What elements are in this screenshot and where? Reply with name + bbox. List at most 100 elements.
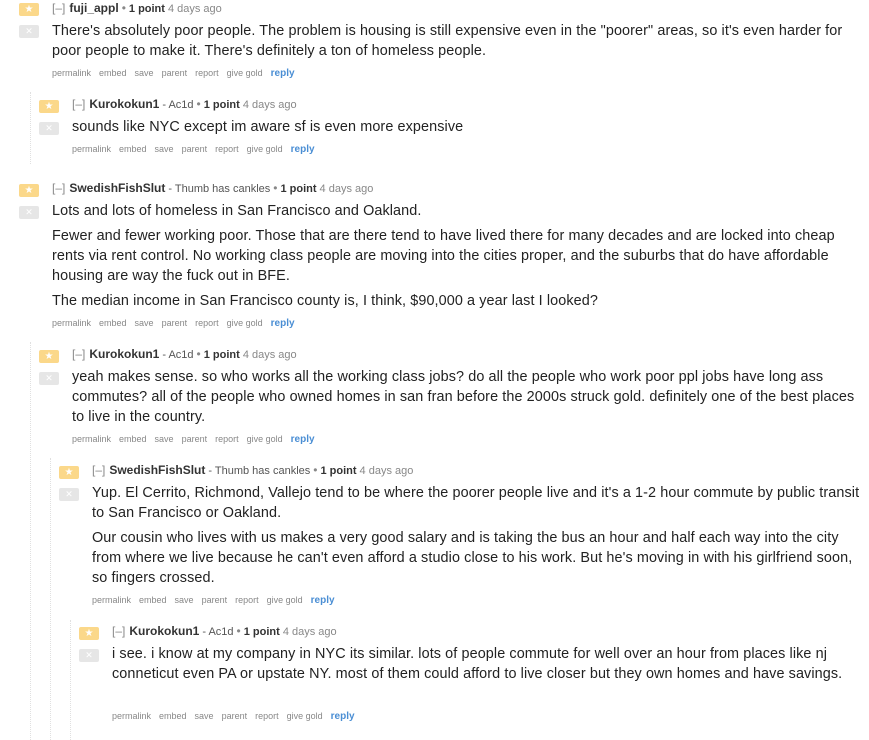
save-button[interactable]: save <box>195 711 214 721</box>
user-flair: - Ac1d <box>162 99 194 111</box>
thread-line <box>50 458 51 740</box>
report-button[interactable]: report <box>235 595 259 605</box>
embed-button[interactable]: embed <box>159 711 187 721</box>
vote-arrows: ★ ✕ <box>39 100 59 135</box>
reply-button[interactable]: reply <box>311 595 335 606</box>
x-icon[interactable]: ✕ <box>19 25 39 38</box>
permalink-button[interactable]: permalink <box>72 434 111 444</box>
author-link[interactable]: SwedishFishSlut <box>69 181 165 195</box>
embed-button[interactable]: embed <box>119 144 147 154</box>
parent-button[interactable]: parent <box>202 595 228 605</box>
comment-tagline: [–] Kurokokun1- Ac1d • 1 point 4 days ago <box>72 347 297 362</box>
timestamp: 4 days ago <box>282 626 337 638</box>
comment-paragraph: There's absolutely poor people. The prob… <box>52 23 843 59</box>
report-button[interactable]: report <box>195 318 219 328</box>
timestamp: 4 days ago <box>319 183 374 195</box>
comment-body: i see. i know at my company in NYC its s… <box>112 644 862 689</box>
author-link[interactable]: SwedishFishSlut <box>109 463 205 477</box>
thread-line <box>70 620 71 740</box>
comment-paragraph: Lots and lots of homeless in San Francis… <box>52 203 422 219</box>
reply-button[interactable]: reply <box>291 144 315 155</box>
reply-button[interactable]: reply <box>271 68 295 79</box>
collapse-toggle[interactable]: [–] <box>52 181 65 195</box>
parent-button[interactable]: parent <box>182 434 208 444</box>
comment-body: sounds like NYC except im aware sf is ev… <box>72 117 862 142</box>
comment-paragraph: Yup. El Cerrito, Richmond, Vallejo tend … <box>92 485 860 521</box>
separator-dot: • <box>273 181 278 195</box>
parent-button[interactable]: parent <box>162 68 188 78</box>
collapse-toggle[interactable]: [–] <box>52 1 65 15</box>
timestamp: 4 days ago <box>242 349 297 361</box>
collapse-toggle[interactable]: [–] <box>72 97 85 111</box>
score: 1 point <box>203 349 240 361</box>
x-icon[interactable]: ✕ <box>79 649 99 662</box>
comment-body: Lots and lots of homeless in San Francis… <box>52 201 864 316</box>
star-icon[interactable]: ★ <box>39 350 59 363</box>
score: 1 point <box>243 626 280 638</box>
comment-tagline: [–] Kurokokun1- Ac1d • 1 point 4 days ago <box>112 624 337 639</box>
save-button[interactable]: save <box>155 144 174 154</box>
separator-dot: • <box>196 347 201 361</box>
x-icon[interactable]: ✕ <box>59 488 79 501</box>
give-gold-button[interactable]: give gold <box>247 144 283 154</box>
permalink-button[interactable]: permalink <box>92 595 131 605</box>
x-icon[interactable]: ✕ <box>19 206 39 219</box>
save-button[interactable]: save <box>155 434 174 444</box>
collapse-toggle[interactable]: [–] <box>72 347 85 361</box>
comment-tagline: [–] Kurokokun1- Ac1d • 1 point 4 days ago <box>72 97 297 112</box>
comment-actions: permalink embed save parent report give gold r… <box>92 594 343 607</box>
embed-button[interactable]: embed <box>119 434 147 444</box>
author-link[interactable]: Kurokokun1 <box>89 347 159 361</box>
comment-actions: permalink embed save parent report give gold r… <box>52 67 303 80</box>
permalink-button[interactable]: permalink <box>112 711 151 721</box>
report-button[interactable]: report <box>255 711 279 721</box>
score: 1 point <box>280 183 317 195</box>
give-gold-button[interactable]: give gold <box>267 595 303 605</box>
give-gold-button[interactable]: give gold <box>247 434 283 444</box>
report-button[interactable]: report <box>215 434 239 444</box>
collapse-toggle[interactable]: [–] <box>92 463 105 477</box>
star-icon[interactable]: ★ <box>19 184 39 197</box>
parent-button[interactable]: parent <box>162 318 188 328</box>
x-icon[interactable]: ✕ <box>39 372 59 385</box>
give-gold-button[interactable]: give gold <box>227 68 263 78</box>
x-icon[interactable]: ✕ <box>39 122 59 135</box>
comment-paragraph: Our cousin who lives with us makes a ver… <box>92 530 853 586</box>
report-button[interactable]: report <box>215 144 239 154</box>
star-icon[interactable]: ★ <box>59 466 79 479</box>
embed-button[interactable]: embed <box>139 595 167 605</box>
give-gold-button[interactable]: give gold <box>227 318 263 328</box>
comment-body: There's absolutely poor people. The prob… <box>52 21 862 66</box>
parent-button[interactable]: parent <box>222 711 248 721</box>
comment-actions: permalink embed save parent report give gold r… <box>112 710 363 723</box>
star-icon[interactable]: ★ <box>39 100 59 113</box>
embed-button[interactable]: embed <box>99 318 127 328</box>
separator-dot: • <box>121 1 126 15</box>
permalink-button[interactable]: permalink <box>72 144 111 154</box>
give-gold-button[interactable]: give gold <box>287 711 323 721</box>
vote-arrows: ★ ✕ <box>19 3 39 38</box>
author-link[interactable]: Kurokokun1 <box>89 97 159 111</box>
permalink-button[interactable]: permalink <box>52 318 91 328</box>
score: 1 point <box>320 465 357 477</box>
parent-button[interactable]: parent <box>182 144 208 154</box>
save-button[interactable]: save <box>135 68 154 78</box>
author-link[interactable]: fuji_appl <box>69 1 118 15</box>
star-icon[interactable]: ★ <box>19 3 39 16</box>
embed-button[interactable]: embed <box>99 68 127 78</box>
comment-paragraph: sounds like NYC except im aware sf is ev… <box>72 119 464 135</box>
save-button[interactable]: save <box>175 595 194 605</box>
comment-actions: permalink embed save parent report give gold r… <box>72 433 323 446</box>
comment-paragraph: yeah makes sense. so who works all the w… <box>72 369 855 425</box>
author-link[interactable]: Kurokokun1 <box>129 624 199 638</box>
comment-actions: permalink embed save parent report give gold r… <box>52 317 303 330</box>
reply-button[interactable]: reply <box>331 711 355 722</box>
report-button[interactable]: report <box>195 68 219 78</box>
star-icon[interactable]: ★ <box>79 627 99 640</box>
vote-arrows: ★ ✕ <box>39 350 59 385</box>
collapse-toggle[interactable]: [–] <box>112 624 125 638</box>
save-button[interactable]: save <box>135 318 154 328</box>
reply-button[interactable]: reply <box>291 434 315 445</box>
reply-button[interactable]: reply <box>271 318 295 329</box>
permalink-button[interactable]: permalink <box>52 68 91 78</box>
